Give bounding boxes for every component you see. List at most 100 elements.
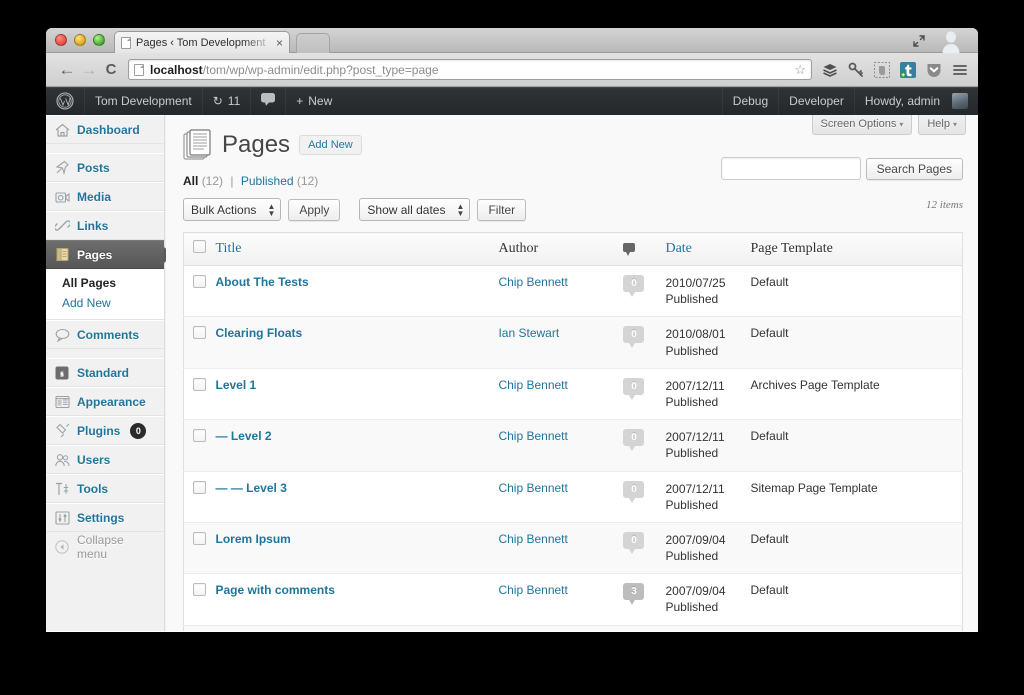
row-title-link[interactable]: Clearing Floats bbox=[216, 326, 303, 340]
sidebar-item-users[interactable]: Users bbox=[46, 445, 164, 474]
menu-icon[interactable] bbox=[951, 61, 968, 78]
table-row[interactable]: — — Level 3 Chip Bennett 0 2007/12/11Pub… bbox=[184, 471, 963, 522]
sidebar-item-all-pages[interactable]: All Pages bbox=[46, 273, 164, 293]
row-checkbox-cell[interactable] bbox=[184, 574, 208, 625]
sidebar-item-posts[interactable]: Posts bbox=[46, 153, 164, 182]
sidebar-item-standard[interactable]: s Standard bbox=[46, 358, 164, 387]
window-zoom-button[interactable] bbox=[93, 34, 105, 46]
row-checkbox-cell[interactable] bbox=[184, 625, 208, 631]
table-row[interactable]: Page with comments Chip Bennett 3 2007/0… bbox=[184, 574, 963, 625]
row-title-link[interactable]: Lorem Ipsum bbox=[216, 532, 291, 546]
row-author-link[interactable]: Chip Bennett bbox=[498, 583, 567, 597]
row-title-link[interactable]: Level 1 bbox=[216, 378, 257, 392]
bookmark-star-icon[interactable]: ☆ bbox=[794, 62, 806, 78]
comment-count-bubble[interactable]: 0 bbox=[623, 429, 644, 446]
row-checkbox-cell[interactable] bbox=[184, 471, 208, 522]
row-checkbox[interactable] bbox=[193, 429, 206, 442]
row-checkbox-cell[interactable] bbox=[184, 368, 208, 419]
sidebar-item-plugins[interactable]: Plugins 0 bbox=[46, 416, 164, 445]
back-button[interactable]: ← bbox=[56, 61, 78, 78]
comment-count-bubble[interactable]: 0 bbox=[623, 326, 644, 343]
column-header-date[interactable]: Date bbox=[657, 233, 742, 266]
row-author-link[interactable]: Chip Bennett bbox=[498, 275, 567, 289]
site-name-menu[interactable]: Tom Development bbox=[85, 87, 202, 115]
select-all-checkbox[interactable] bbox=[193, 240, 206, 253]
add-new-button[interactable]: Add New bbox=[299, 135, 362, 155]
filter-all-label[interactable]: All bbox=[183, 174, 198, 188]
apply-button[interactable]: Apply bbox=[288, 199, 340, 221]
tumblr-icon[interactable] bbox=[899, 61, 916, 78]
row-checkbox-cell[interactable] bbox=[184, 522, 208, 573]
sidebar-item-pages[interactable]: Pages bbox=[46, 240, 164, 269]
row-checkbox[interactable] bbox=[193, 275, 206, 288]
comment-count-bubble[interactable]: 0 bbox=[623, 481, 644, 498]
row-author-link[interactable]: Chip Bennett bbox=[498, 532, 567, 546]
table-row[interactable]: — Level 2 Chip Bennett 0 2007/12/11Publi… bbox=[184, 420, 963, 471]
browser-tab[interactable]: Pages ‹ Tom Development × bbox=[114, 31, 290, 53]
search-pages-button[interactable]: Search Pages bbox=[866, 158, 963, 180]
sidebar-item-comments[interactable]: Comments bbox=[46, 320, 164, 349]
reload-button[interactable]: C bbox=[100, 62, 122, 77]
row-checkbox[interactable] bbox=[193, 326, 206, 339]
sidebar-item-settings[interactable]: Settings bbox=[46, 503, 164, 532]
sidebar-item-media[interactable]: Media bbox=[46, 182, 164, 211]
row-checkbox[interactable] bbox=[193, 481, 206, 494]
address-bar[interactable]: localhost/tom/wp/wp-admin/edit.php?post_… bbox=[128, 59, 812, 80]
row-checkbox[interactable] bbox=[193, 532, 206, 545]
window-controls[interactable] bbox=[55, 34, 105, 46]
sidebar-item-dashboard[interactable]: Dashboard bbox=[46, 115, 164, 144]
row-title-link[interactable]: Page with comments bbox=[216, 583, 335, 597]
column-header-comments[interactable] bbox=[615, 233, 657, 266]
layers-icon[interactable] bbox=[821, 61, 838, 78]
window-close-button[interactable] bbox=[55, 34, 67, 46]
comment-count-bubble[interactable]: 0 bbox=[623, 532, 644, 549]
sidebar-item-tools[interactable]: Tools bbox=[46, 474, 164, 503]
row-author-link[interactable]: Chip Bennett bbox=[498, 378, 567, 392]
new-tab-button[interactable] bbox=[296, 33, 330, 53]
sidebar-item-add-new[interactable]: Add New bbox=[46, 293, 164, 313]
column-header-title[interactable]: Title bbox=[208, 233, 491, 266]
comments-menu[interactable] bbox=[251, 87, 285, 115]
row-checkbox[interactable] bbox=[193, 583, 206, 596]
search-input[interactable] bbox=[721, 157, 861, 180]
window-minimize-button[interactable] bbox=[74, 34, 86, 46]
sidebar-item-links[interactable]: Links bbox=[46, 211, 164, 240]
row-checkbox-cell[interactable] bbox=[184, 317, 208, 368]
wordpress-logo-menu[interactable] bbox=[46, 87, 84, 115]
date-filter-select[interactable]: Show all dates ▲▼ bbox=[359, 198, 470, 221]
row-author-link[interactable]: Ian Stewart bbox=[498, 326, 559, 340]
select-all-header[interactable] bbox=[184, 233, 208, 266]
pocket-icon[interactable] bbox=[925, 61, 942, 78]
table-row[interactable]: About The Tests Chip Bennett 0 2010/07/2… bbox=[184, 266, 963, 317]
user-profile-icon[interactable] bbox=[940, 30, 962, 53]
row-checkbox-cell[interactable] bbox=[184, 266, 208, 317]
forward-button[interactable]: → bbox=[78, 61, 100, 78]
comment-count-bubble[interactable]: 3 bbox=[623, 583, 644, 600]
row-author-link[interactable]: Chip Bennett bbox=[498, 481, 567, 495]
row-title-link[interactable]: Level 3 bbox=[246, 481, 287, 495]
row-checkbox-cell[interactable] bbox=[184, 420, 208, 471]
row-title-link[interactable]: About The Tests bbox=[216, 275, 309, 289]
table-row[interactable]: Clearing Floats Ian Stewart 0 2010/08/01… bbox=[184, 317, 963, 368]
updates-menu[interactable]: ↻ 11 bbox=[203, 87, 251, 115]
comment-count-bubble[interactable]: 0 bbox=[623, 378, 644, 395]
filter-button[interactable]: Filter bbox=[477, 199, 526, 221]
new-content-menu[interactable]: + New bbox=[286, 87, 342, 115]
key-icon[interactable] bbox=[847, 61, 864, 78]
row-title-link[interactable]: Level 2 bbox=[231, 429, 272, 443]
table-row[interactable]: Page with comments disabled Chip Bennett… bbox=[184, 625, 963, 631]
my-account-menu[interactable]: Howdy, admin bbox=[855, 87, 978, 115]
collapse-menu-button[interactable]: Collapse menu bbox=[46, 532, 164, 561]
debug-menu[interactable]: Debug bbox=[723, 87, 778, 115]
row-checkbox[interactable] bbox=[193, 378, 206, 391]
filter-published-label[interactable]: Published bbox=[241, 174, 294, 188]
developer-menu[interactable]: Developer bbox=[779, 87, 854, 115]
tab-close-icon[interactable]: × bbox=[276, 37, 283, 49]
bulk-actions-select[interactable]: Bulk Actions ▲▼ bbox=[183, 198, 281, 221]
fullscreen-arrows-icon[interactable] bbox=[912, 34, 926, 48]
screen-options-tab[interactable]: Screen Options▾ bbox=[812, 115, 913, 135]
sidebar-item-appearance[interactable]: Appearance bbox=[46, 387, 164, 416]
help-tab[interactable]: Help▾ bbox=[918, 115, 966, 135]
evernote-icon[interactable] bbox=[873, 61, 890, 78]
table-row[interactable]: Lorem Ipsum Chip Bennett 0 2007/09/04Pub… bbox=[184, 522, 963, 573]
